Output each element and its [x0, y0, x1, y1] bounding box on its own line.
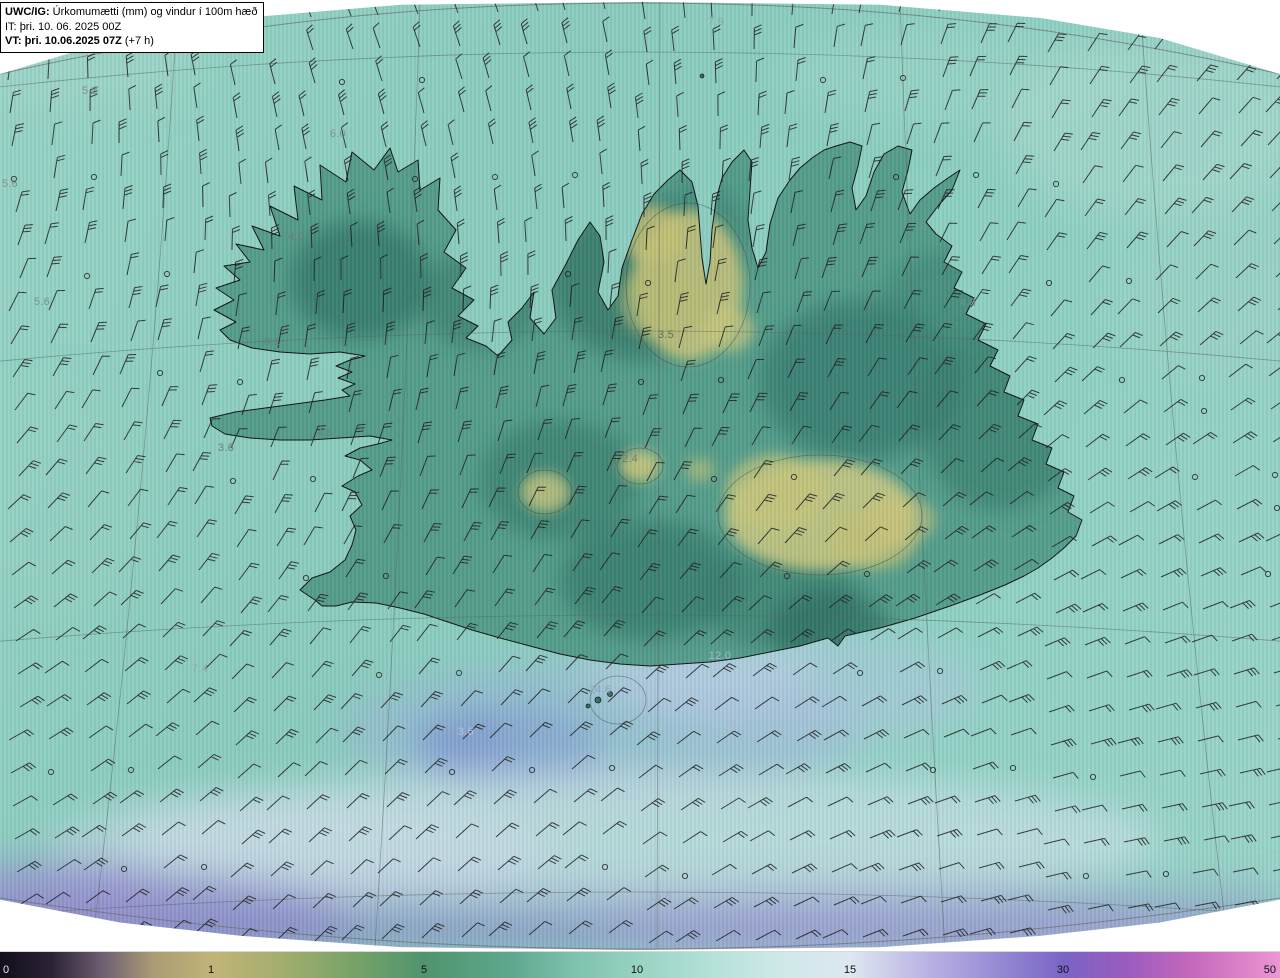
- valid-label: VT:: [5, 35, 22, 48]
- colorbar-tick-label: 0: [3, 964, 10, 976]
- colorbar-tick-label: 30: [1056, 964, 1070, 976]
- title-line: UWC/IG: Úrkomumætti (mm) og vindur í 100…: [5, 5, 257, 20]
- precip-colorbar: 0 1 5 10 15 30 50: [0, 951, 1280, 978]
- map-title-box: UWC/IG: Úrkomumætti (mm) og vindur í 100…: [0, 2, 265, 53]
- map-title: Úrkomumætti (mm) og vindur í 100m hæð: [52, 6, 258, 18]
- colorbar-tick-label: 50: [1263, 964, 1276, 976]
- init-time-line: IT: þri. 10. 06. 2025 00Z: [5, 20, 257, 35]
- map-area: 7.9 5.8 5.6 6.0 5.6 4.0 8.1 4.8 3.5 4.6 3.6 2.4 7.4 1…: [0, 1, 1280, 950]
- valid-time-line: VT: þri. 10.06.2025 07Z (+7 h): [5, 34, 257, 49]
- map-canvas: [0, 1, 1280, 950]
- init-label: IT:: [5, 20, 17, 33]
- valid-offset: (+7 h): [124, 35, 154, 48]
- model-source: UWC/IG:: [5, 6, 50, 18]
- colorbar-tick-label: 5: [420, 964, 428, 976]
- colorbar-tick-label: 15: [843, 964, 857, 976]
- weather-map-stage: 7.9 5.8 5.6 6.0 5.6 4.0 8.1 4.8 3.5 4.6 3.6 2.4 7.4 1…: [0, 0, 1280, 978]
- colorbar-tick-label: 1: [207, 964, 215, 976]
- colorbar-tick-label: 10: [630, 964, 644, 976]
- init-value: þri. 10. 06. 2025 00Z: [19, 20, 122, 33]
- valid-value: þri. 10.06.2025 07Z: [24, 35, 122, 48]
